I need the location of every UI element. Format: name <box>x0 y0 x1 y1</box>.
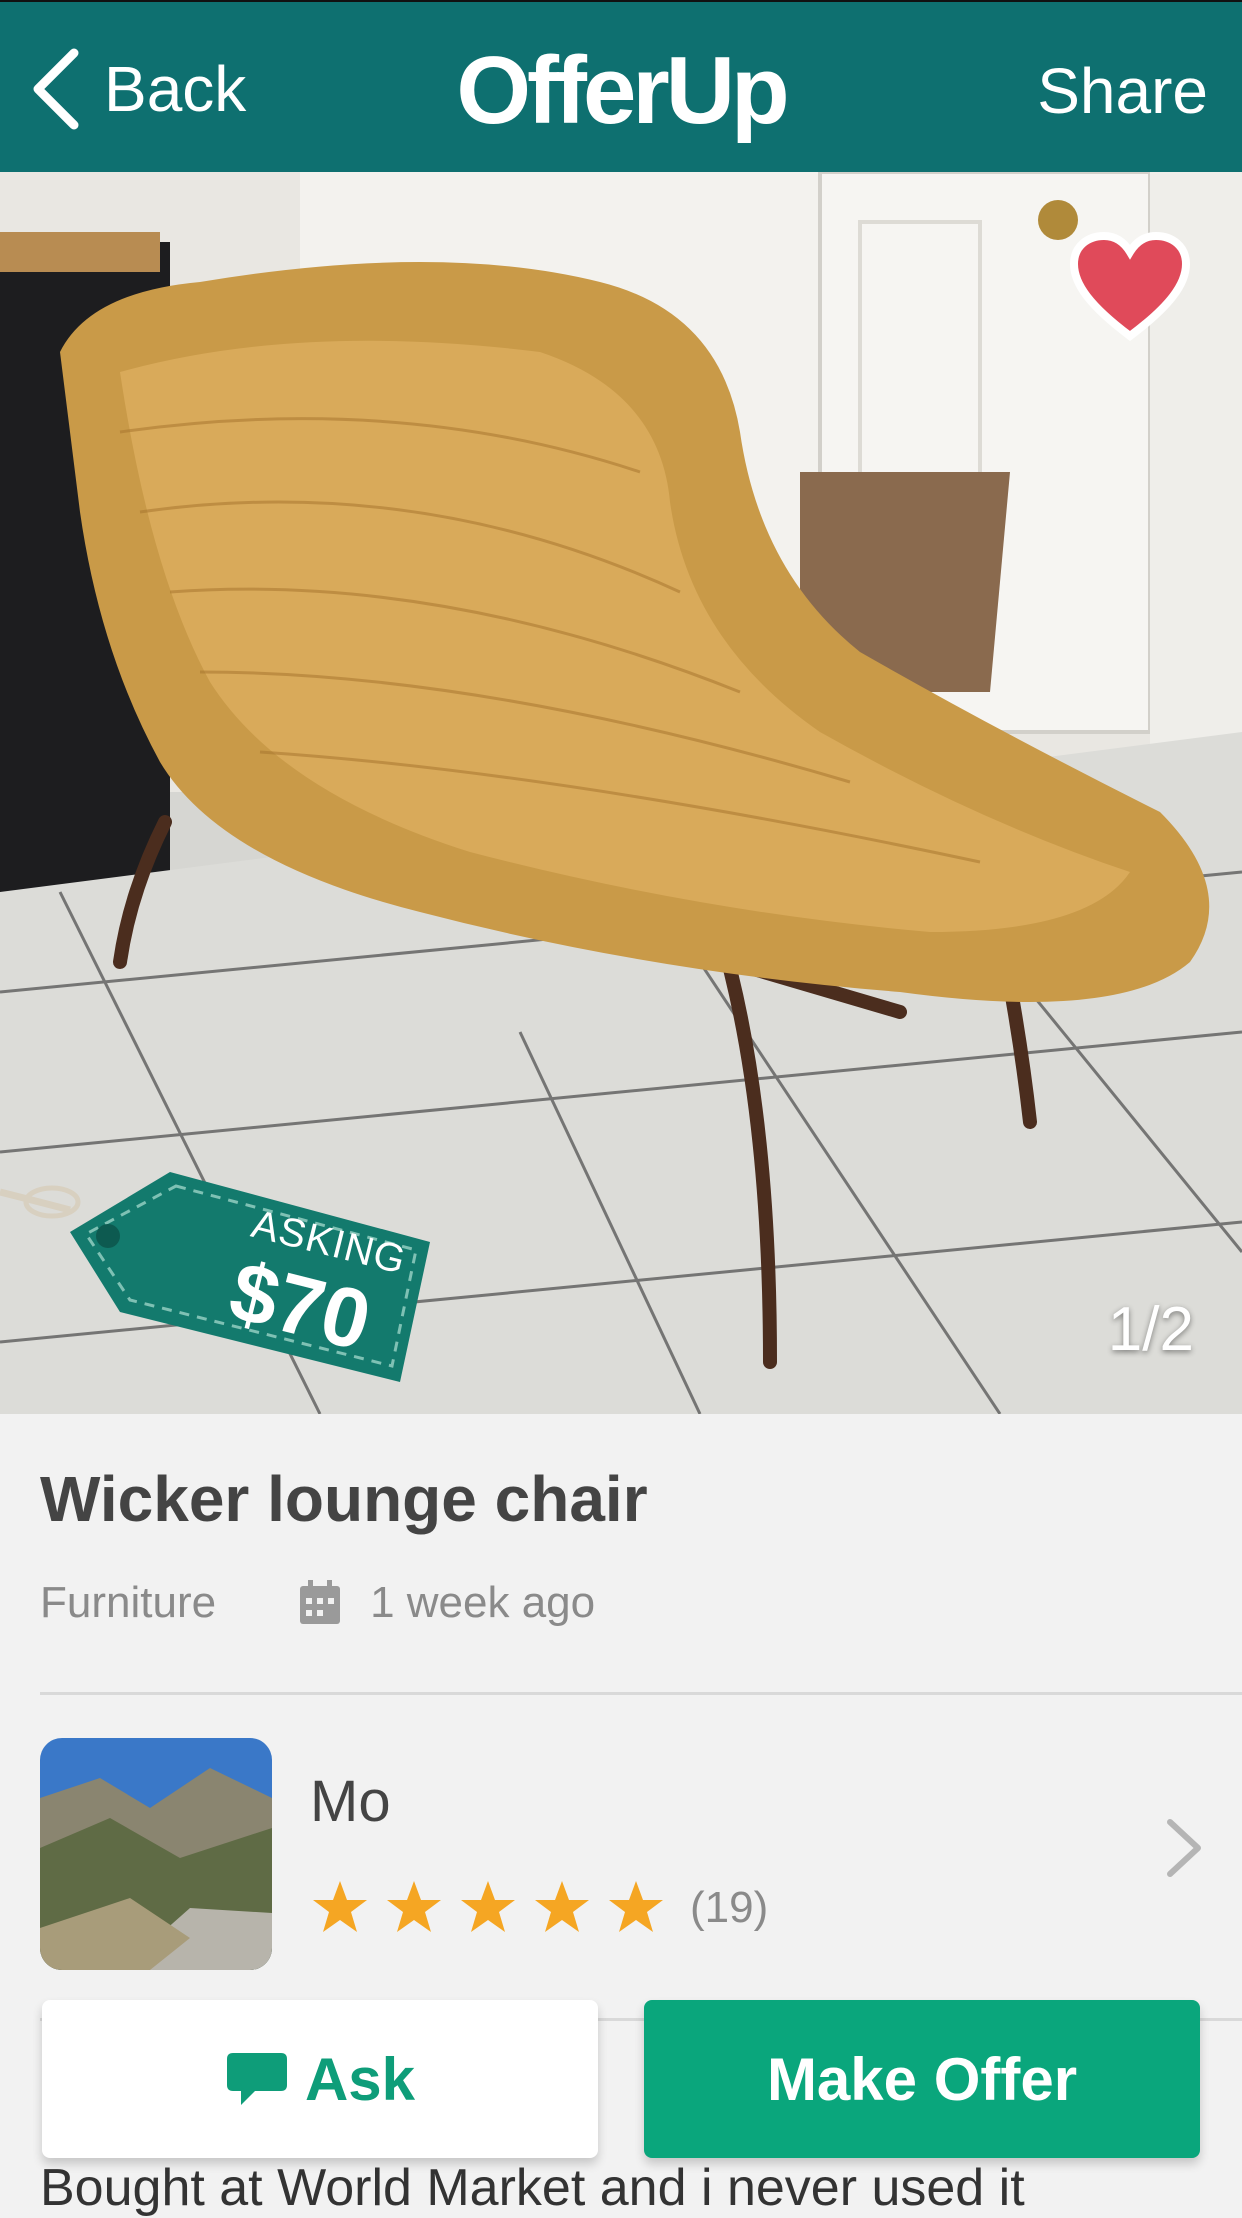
share-button[interactable]: Share <box>1037 54 1208 128</box>
photo-counter: 1/2 <box>1107 1295 1194 1364</box>
star-icon <box>535 1881 589 1932</box>
heart-icon[interactable] <box>1070 232 1190 342</box>
listing-description: Bought at World Market and i never used … <box>40 2159 1025 2217</box>
seller-name: Mo <box>310 1769 391 1834</box>
calendar-icon <box>300 1580 341 1624</box>
chevron-right-icon <box>1167 1819 1201 1877</box>
listing-title: Wicker lounge chair <box>40 1463 648 1535</box>
star-icon <box>387 1881 441 1932</box>
star-icon <box>313 1881 367 1932</box>
price-tag-icon <box>0 1172 430 1382</box>
ask-button[interactable]: Ask <box>42 2000 598 2158</box>
make-offer-button[interactable]: Make Offer <box>644 2000 1200 2158</box>
listing-meta: Furniture 1 week ago <box>40 1578 595 1628</box>
seller-row[interactable]: Mo (19) <box>0 1738 1242 1970</box>
chat-bubble-icon <box>226 2053 287 2105</box>
ask-label: Ask <box>304 2045 416 2113</box>
seller-rating: (19) <box>310 1878 768 1938</box>
divider <box>40 1692 1242 1695</box>
rating-count: (19) <box>690 1883 769 1932</box>
seller-avatar <box>40 1738 272 1970</box>
posted-time: 1 week ago <box>370 1578 596 1627</box>
listing-photo[interactable]: ASKING $70 1/2 <box>0 172 1242 1414</box>
category-label: Furniture <box>40 1578 217 1627</box>
top-nav-bar: Back OfferUp Share <box>0 0 1242 172</box>
star-icon <box>609 1881 663 1932</box>
star-icon <box>461 1881 515 1932</box>
